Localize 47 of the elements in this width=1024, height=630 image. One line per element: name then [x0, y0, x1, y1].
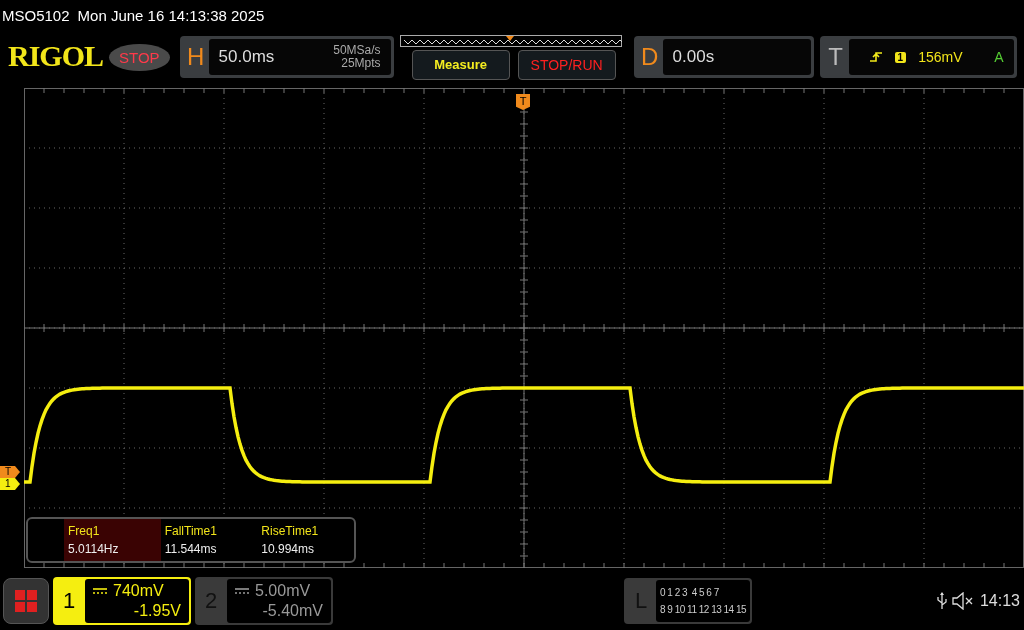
measurement-name: FallTime1 — [164, 524, 218, 538]
timebase-value: 50.0ms — [218, 47, 276, 67]
delay-value: 0.00s — [672, 47, 716, 67]
horizontal-label: H — [185, 43, 206, 71]
channel-button[interactable]: 1 740mV -1.95V — [53, 577, 191, 625]
trigger-level-marker[interactable]: T — [0, 466, 20, 478]
delay-panel[interactable]: D 0.00s — [633, 36, 814, 78]
grid-menu-icon — [14, 589, 38, 613]
channel-offset-marker[interactable]: 1 — [0, 478, 20, 490]
measurement-item[interactable]: FallTime1 11.544ms — [160, 519, 258, 561]
measurement-value: 5.0114Hz — [68, 542, 120, 556]
measurement-name: RiseTime1 — [261, 524, 320, 538]
trigger-position-marker[interactable]: T — [516, 94, 530, 110]
measurement-item[interactable]: RiseTime1 10.994ms — [257, 519, 354, 561]
horizontal-panel[interactable]: H 50.0ms 50MSa/s 25Mpts — [179, 36, 394, 78]
channel-scale: 740mV — [113, 581, 164, 601]
memory-depth: 25Mpts — [341, 57, 381, 70]
logo: RIGOL — [8, 40, 104, 74]
measurement-value: 11.544ms — [164, 542, 218, 556]
measurement-item[interactable]: Freq1 5.0114Hz — [64, 519, 161, 561]
channel-scale: 5.00mV — [255, 581, 311, 601]
measurement-name: Freq1 — [68, 524, 101, 538]
trigger-panel[interactable]: T 1 156mV A — [819, 36, 1017, 78]
dc-coupling-icon — [93, 587, 107, 595]
dc-coupling-icon — [235, 587, 249, 595]
trigger-level: 156mV — [918, 49, 963, 65]
clock-time: 14:13 — [979, 592, 1020, 610]
trigger-source-badge: 1 — [894, 51, 907, 63]
trigger-label: T — [827, 43, 844, 71]
memory-waveform-icon — [399, 34, 622, 47]
usb-icon — [935, 592, 948, 610]
channel-number: 1 — [61, 588, 77, 614]
sample-rate: 50MSa/s — [333, 44, 381, 57]
measure-button[interactable]: Measure — [411, 49, 510, 80]
speaker-muted-icon — [951, 592, 974, 610]
trigger-mode: A — [994, 49, 1004, 65]
logic-channel-numbers: 8 9 10 11 12 13 14 15 — [660, 603, 748, 617]
logic-channel-numbers: 0 1 2 3 4 5 6 7 — [660, 586, 720, 600]
rising-edge-icon — [868, 50, 883, 64]
model-name: MSO5102 — [2, 6, 70, 24]
date-time: Mon June 16 14:13:38 2025 — [77, 6, 265, 24]
channel-offset: -5.40mV — [262, 601, 323, 621]
measurement-value: 10.994ms — [261, 542, 316, 556]
stop-run-button[interactable]: STOP/RUN — [517, 49, 616, 80]
menu-button[interactable] — [3, 578, 49, 624]
delay-label: D — [639, 43, 660, 71]
channel-offset: -1.95V — [133, 601, 181, 621]
